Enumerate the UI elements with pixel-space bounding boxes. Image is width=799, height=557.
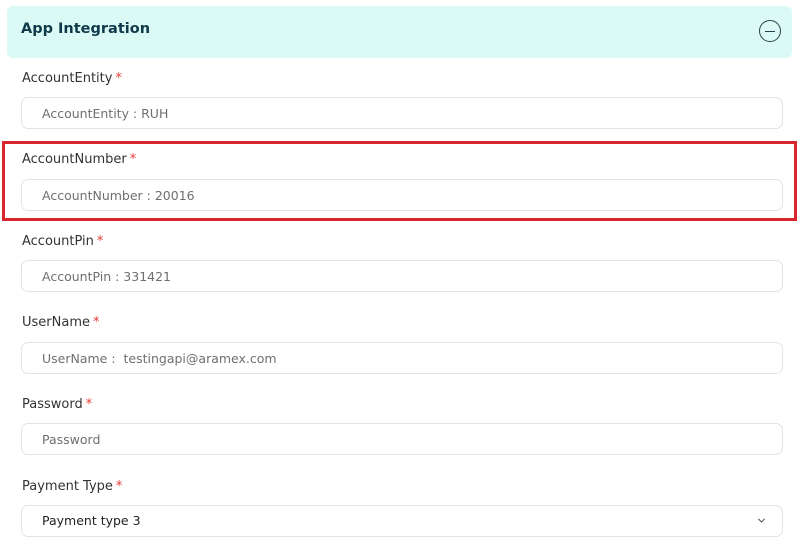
account-pin-label: AccountPin * bbox=[22, 234, 103, 249]
required-marker: * bbox=[96, 234, 104, 249]
panel-title: App Integration bbox=[21, 21, 151, 37]
panel-header[interactable]: App Integration bbox=[7, 6, 792, 58]
chevron-down-icon bbox=[757, 518, 766, 523]
account-entity-label: AccountEntity * bbox=[22, 71, 122, 86]
required-marker: * bbox=[85, 397, 93, 412]
payment-type-label-text: Payment Type bbox=[22, 479, 113, 494]
account-number-input[interactable] bbox=[21, 179, 783, 211]
password-label-text: Password bbox=[22, 397, 83, 412]
payment-type-value: Payment type 3 bbox=[42, 513, 141, 528]
username-input[interactable] bbox=[21, 342, 783, 374]
app-integration-form: App Integration AccountEntity* AccountNu… bbox=[0, 0, 799, 557]
required-marker: * bbox=[92, 315, 100, 330]
required-marker: * bbox=[129, 152, 137, 167]
username-label: UserName * bbox=[22, 315, 99, 330]
account-number-label: AccountNumber * bbox=[22, 152, 136, 167]
payment-type-select[interactable]: Payment type 3 bbox=[21, 505, 783, 537]
required-marker: * bbox=[115, 479, 123, 494]
account-entity-input[interactable] bbox=[21, 97, 783, 129]
payment-type-label: Payment Type * bbox=[22, 479, 122, 494]
account-pin-input[interactable] bbox=[21, 260, 783, 292]
password-label: Password * bbox=[22, 397, 92, 412]
required-marker: * bbox=[115, 71, 122, 86]
password-input[interactable] bbox=[21, 423, 783, 455]
account-number-label-text: AccountNumber bbox=[22, 152, 127, 167]
username-label-text: UserName bbox=[22, 315, 90, 330]
collapse-minus-icon[interactable] bbox=[759, 20, 781, 42]
account-entity-label-text: AccountEntity bbox=[22, 71, 113, 86]
account-pin-label-text: AccountPin bbox=[22, 234, 94, 249]
